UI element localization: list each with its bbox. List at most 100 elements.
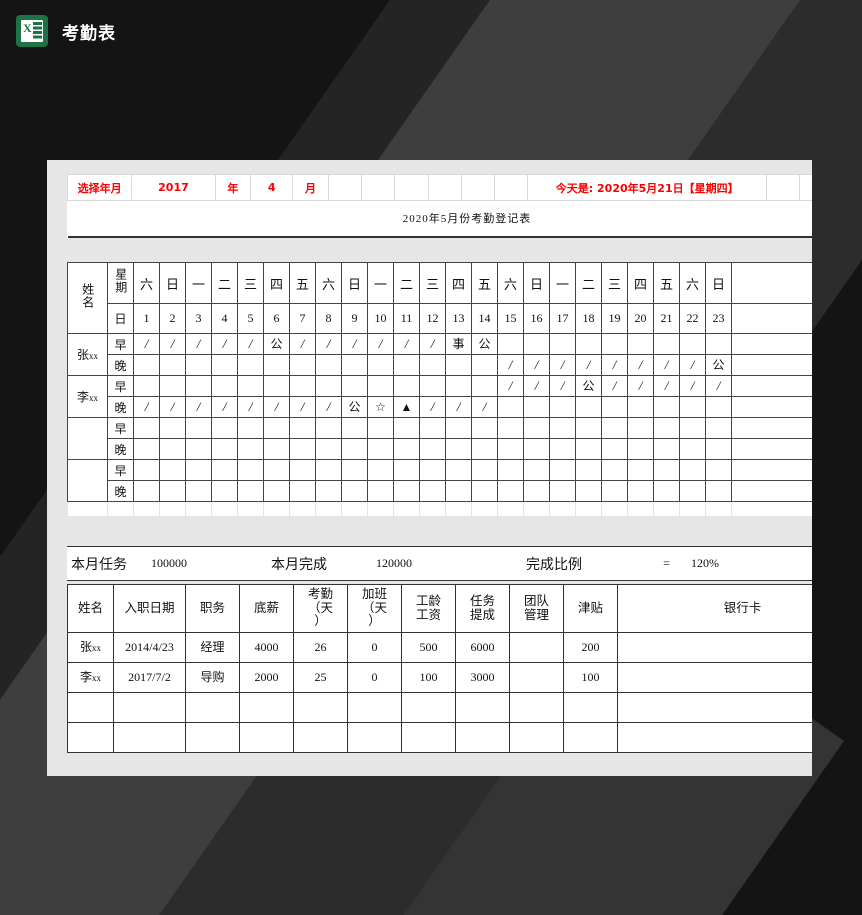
attendance-cell[interactable]: / [627,375,654,397]
attendance-cell[interactable]: / [211,396,238,418]
attendance-cell[interactable] [185,459,212,481]
payroll-cell-attendance-days[interactable] [293,722,348,753]
attendance-cell[interactable] [393,354,420,376]
attendance-cell[interactable] [367,438,394,460]
payroll-cell-overtime-days[interactable]: 0 [347,632,402,663]
attendance-cell[interactable] [549,480,576,502]
attendance-cell[interactable] [627,438,654,460]
attendance-cell[interactable] [549,417,576,439]
attendance-cell[interactable] [601,480,628,502]
attendance-cell[interactable]: / [237,333,264,355]
payroll-cell-hire-date[interactable]: 2014/4/23 [113,632,186,663]
attendance-cell[interactable]: 事 [445,333,472,355]
attendance-cell[interactable] [289,459,316,481]
year-value[interactable]: 2017 [131,174,216,201]
attendance-cell[interactable] [549,333,576,355]
attendance-cell[interactable] [263,354,290,376]
payroll-cell-seniority-pay[interactable]: 100 [401,662,456,693]
attendance-cell[interactable] [367,417,394,439]
attendance-cell[interactable] [471,459,498,481]
attendance-cell[interactable] [601,333,628,355]
attendance-cell[interactable] [133,438,160,460]
attendance-cell[interactable] [237,438,264,460]
payroll-cell-name[interactable]: 李xx [67,662,114,693]
attendance-cell[interactable] [211,438,238,460]
attendance-cell[interactable] [705,438,732,460]
attendance-cell[interactable] [445,417,472,439]
payroll-cell-team-management[interactable] [509,722,564,753]
attendance-cell[interactable] [133,417,160,439]
attendance-cell[interactable] [393,375,420,397]
payroll-cell-allowance[interactable] [563,722,618,753]
attendance-cell[interactable] [315,417,342,439]
attendance-cell[interactable] [601,417,628,439]
attendance-cell[interactable] [731,333,812,355]
attendance-cell[interactable]: / [185,396,212,418]
attendance-cell[interactable]: 公 [471,333,498,355]
attendance-cell[interactable] [523,480,550,502]
attendance-cell[interactable] [315,375,342,397]
attendance-cell[interactable] [627,396,654,418]
attendance-cell[interactable] [653,438,680,460]
attendance-cell[interactable] [653,417,680,439]
attendance-cell[interactable] [575,459,602,481]
attendance-cell[interactable] [627,459,654,481]
attendance-cell[interactable] [341,417,368,439]
attendance-cell[interactable] [471,438,498,460]
attendance-cell[interactable] [263,417,290,439]
attendance-cell[interactable]: / [575,354,602,376]
payroll-cell-overtime-days[interactable]: 0 [347,662,402,693]
attendance-cell[interactable] [575,417,602,439]
attendance-cell[interactable]: / [185,333,212,355]
attendance-cell[interactable] [575,333,602,355]
attendance-cell[interactable] [159,354,186,376]
month-task-value[interactable]: 100000 [147,546,267,581]
payroll-cell-position[interactable] [185,692,240,723]
attendance-cell[interactable]: / [601,375,628,397]
attendance-cell[interactable] [393,480,420,502]
attendance-cell[interactable] [133,375,160,397]
attendance-cell[interactable] [159,480,186,502]
attendance-cell[interactable]: / [549,375,576,397]
attendance-cell[interactable] [523,417,550,439]
attendance-cell[interactable] [653,396,680,418]
attendance-cell[interactable] [211,480,238,502]
attendance-cell[interactable] [445,438,472,460]
attendance-cell[interactable] [289,438,316,460]
payroll-cell-name[interactable] [67,722,114,753]
attendance-cell[interactable] [237,459,264,481]
payroll-cell-hire-date[interactable] [113,692,186,723]
attendance-cell[interactable]: / [523,354,550,376]
attendance-cell[interactable] [549,459,576,481]
attendance-cell[interactable]: / [211,333,238,355]
attendance-cell[interactable] [705,459,732,481]
attendance-cell[interactable] [237,417,264,439]
payroll-cell-name[interactable]: 张xx [67,632,114,663]
attendance-cell[interactable] [419,354,446,376]
attendance-cell[interactable] [289,480,316,502]
spreadsheet-canvas[interactable]: 选择年月 2017 年 4 月 今天是: 2020年5月21日【星期四】 202… [47,160,812,776]
attendance-cell[interactable] [185,480,212,502]
attendance-cell[interactable] [679,438,706,460]
attendance-cell[interactable]: / [289,396,316,418]
month-done-value[interactable]: 120000 [372,546,522,581]
attendance-cell[interactable] [211,459,238,481]
attendance-cell[interactable] [341,480,368,502]
payroll-cell-allowance[interactable] [563,692,618,723]
attendance-cell[interactable] [185,375,212,397]
attendance-cell[interactable] [549,396,576,418]
attendance-cell[interactable] [393,417,420,439]
month-value[interactable]: 4 [250,174,294,201]
payroll-cell-overtime-days[interactable] [347,722,402,753]
payroll-cell-overtime-days[interactable] [347,692,402,723]
attendance-cell[interactable]: / [263,396,290,418]
attendance-cell[interactable] [419,480,446,502]
attendance-cell[interactable] [133,354,160,376]
attendance-cell[interactable]: / [523,375,550,397]
attendance-cell[interactable] [237,354,264,376]
attendance-cell[interactable]: / [159,396,186,418]
calendar-employee-name[interactable] [67,417,108,460]
attendance-cell[interactable] [497,459,524,481]
attendance-cell[interactable] [471,480,498,502]
attendance-cell[interactable] [575,480,602,502]
